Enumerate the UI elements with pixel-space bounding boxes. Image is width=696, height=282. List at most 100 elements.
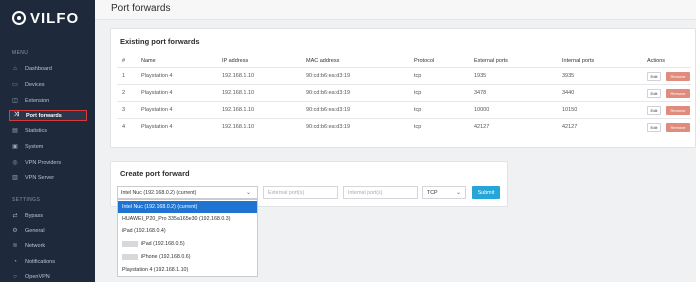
device-option[interactable]: HUAWEI_P20_Pro 335a165e30 (192.168.0.3) (118, 213, 257, 225)
header-divider (117, 67, 691, 68)
submit-button[interactable]: Submit (472, 186, 500, 199)
column-header-name: Name (141, 58, 156, 64)
menu-section-label: MENU (12, 50, 29, 56)
sidebar-item-extension[interactable]: ◫ Extension (9, 95, 87, 106)
sidebar-item-system[interactable]: ▣ System (9, 141, 87, 152)
page-header: Port forwards (95, 0, 696, 20)
sidebar-item-vpn-providers[interactable]: ◎ VPN Providers (9, 157, 87, 168)
cell-protocol: tcp (414, 107, 422, 113)
sidebar-item-port-forwards[interactable]: ⤨ Port forwards (9, 110, 87, 121)
cell-number: 2 (122, 90, 126, 96)
column-header-number: # (122, 58, 126, 64)
device-option[interactable]: iPad (192.168.0.4) (118, 225, 257, 237)
sidebar-item-general[interactable]: ⚙ General (9, 225, 87, 236)
sidebar-item-notifications[interactable]: ◔ Notifications (9, 256, 87, 267)
sidebar-item-label: VPN Providers (25, 159, 62, 166)
sidebar-item-dashboard[interactable]: ⌂ Dashboard (9, 63, 87, 74)
device-option[interactable]: iPad (192.168.0.5) (118, 238, 257, 250)
internal-ports-input[interactable]: Internal port(s) (343, 186, 418, 199)
cell-internal-ports: 42127 (562, 124, 578, 130)
page-title: Port forwards (111, 3, 171, 14)
device-dropdown-list: Intel Nuc (192.168.0.2) (current) HUAWEI… (117, 199, 258, 277)
create-port-forward-title: Create port forward (120, 169, 190, 178)
logo-text: VILFO (30, 9, 80, 27)
device-option-label: iPhone (192.168.0.6) (141, 254, 191, 260)
cell-name: Playstation 4 (141, 124, 173, 130)
device-option[interactable]: Playstation 4 (192.168.1.10) (118, 264, 257, 276)
bypass-icon: ⇄ (12, 213, 18, 219)
device-option[interactable]: Intel Nuc (192.168.0.2) (current) (118, 201, 257, 213)
column-header-external-ports: External ports (474, 58, 508, 64)
cell-mac: 90:cd:b6:ea:d3:19 (306, 107, 351, 113)
protocol-select-value: TCP (427, 189, 438, 196)
edit-button[interactable]: Edit (647, 72, 661, 81)
sidebar-item-label: General (25, 227, 45, 234)
cell-external-ports: 42127 (474, 124, 490, 130)
sidebar-item-label: Dashboard (25, 65, 52, 72)
logo-mark-icon (12, 11, 26, 25)
protocol-select[interactable]: TCP ⌄ (422, 186, 466, 199)
device-select-value: Intel Nuc (192.168.0.2) (current) (121, 189, 197, 196)
remove-button[interactable]: Remove (666, 123, 690, 132)
chevron-down-icon: ⌄ (455, 190, 461, 196)
cell-number: 4 (122, 124, 126, 130)
cell-internal-ports: 3935 (562, 73, 575, 79)
sidebar-item-label: OpenVPN (25, 273, 50, 280)
sidebar-item-devices[interactable]: ▭ Devices (9, 79, 87, 90)
statistics-icon: ▤ (12, 128, 18, 134)
cell-internal-ports: 3440 (562, 90, 575, 96)
row-divider (117, 101, 691, 102)
cell-number: 1 (122, 73, 126, 79)
extension-icon: ◫ (12, 98, 18, 104)
cell-mac: 90:cd:b6:ea:d3:19 (306, 124, 351, 130)
vpn-server-icon: ▥ (12, 175, 18, 181)
vilfo-logo[interactable]: VILFO (12, 9, 79, 27)
sidebar-item-label: Bypass (25, 212, 44, 219)
column-header-actions: Actions (647, 58, 666, 64)
column-header-internal-ports: Internal ports (562, 58, 595, 64)
sidebar-item-statistics[interactable]: ▤ Statistics (9, 125, 87, 136)
cell-protocol: tcp (414, 73, 422, 79)
sidebar-item-vpn-server[interactable]: ▥ VPN Server (9, 172, 87, 183)
cell-name: Playstation 4 (141, 107, 173, 113)
cell-ip: 192.168.1.10 (222, 90, 255, 96)
chevron-down-icon: ⌄ (245, 190, 251, 196)
cell-ip: 192.168.1.10 (222, 73, 255, 79)
shuffle-icon: ⤨ (13, 112, 19, 118)
sidebar-item-network[interactable]: ≋ Network (9, 240, 87, 251)
devices-icon: ▭ (12, 82, 18, 88)
device-option-label: iPad (192.168.0.5) (141, 241, 185, 247)
sidebar-item-label: Extension (25, 97, 50, 104)
remove-button[interactable]: Remove (666, 106, 690, 115)
remove-button[interactable]: Remove (666, 72, 690, 81)
cell-internal-ports: 10150 (562, 107, 578, 113)
cell-number: 3 (122, 107, 126, 113)
edit-button[interactable]: Edit (647, 123, 661, 132)
edit-button[interactable]: Edit (647, 89, 661, 98)
cell-external-ports: 3478 (474, 90, 487, 96)
cell-ip: 192.168.1.10 (222, 124, 255, 130)
sidebar-item-label: Notifications (25, 258, 55, 265)
cell-external-ports: 1935 (474, 73, 487, 79)
row-divider (117, 118, 691, 119)
sidebar-item-label: Devices (25, 81, 45, 88)
external-ports-input[interactable]: External port(s) (263, 186, 338, 199)
cell-name: Playstation 4 (141, 90, 173, 96)
sidebar-item-openvpn[interactable]: ○ OpenVPN (9, 271, 87, 282)
column-header-protocol: Protocol (414, 58, 435, 64)
sidebar-item-label: VPN Server (25, 174, 55, 181)
remove-button[interactable]: Remove (666, 89, 690, 98)
home-icon: ⌂ (13, 65, 17, 72)
cell-mac: 90:cd:b6:ea:d3:19 (306, 90, 351, 96)
network-icon: ≋ (12, 243, 18, 249)
column-header-mac: MAC address (306, 58, 340, 64)
system-icon: ▣ (12, 144, 18, 150)
sidebar-item-label: Network (25, 242, 46, 249)
cell-protocol: tcp (414, 90, 422, 96)
sidebar-item-bypass[interactable]: ⇄ Bypass (9, 210, 87, 221)
vpn-providers-icon: ◎ (12, 160, 18, 166)
edit-button[interactable]: Edit (647, 106, 661, 115)
device-option[interactable]: iPhone (192.168.0.6) (118, 251, 257, 263)
device-select[interactable]: Intel Nuc (192.168.0.2) (current) ⌄ (117, 186, 258, 199)
sidebar: VILFO MENU ⌂ Dashboard ▭ Devices ◫ Exten… (0, 0, 95, 282)
